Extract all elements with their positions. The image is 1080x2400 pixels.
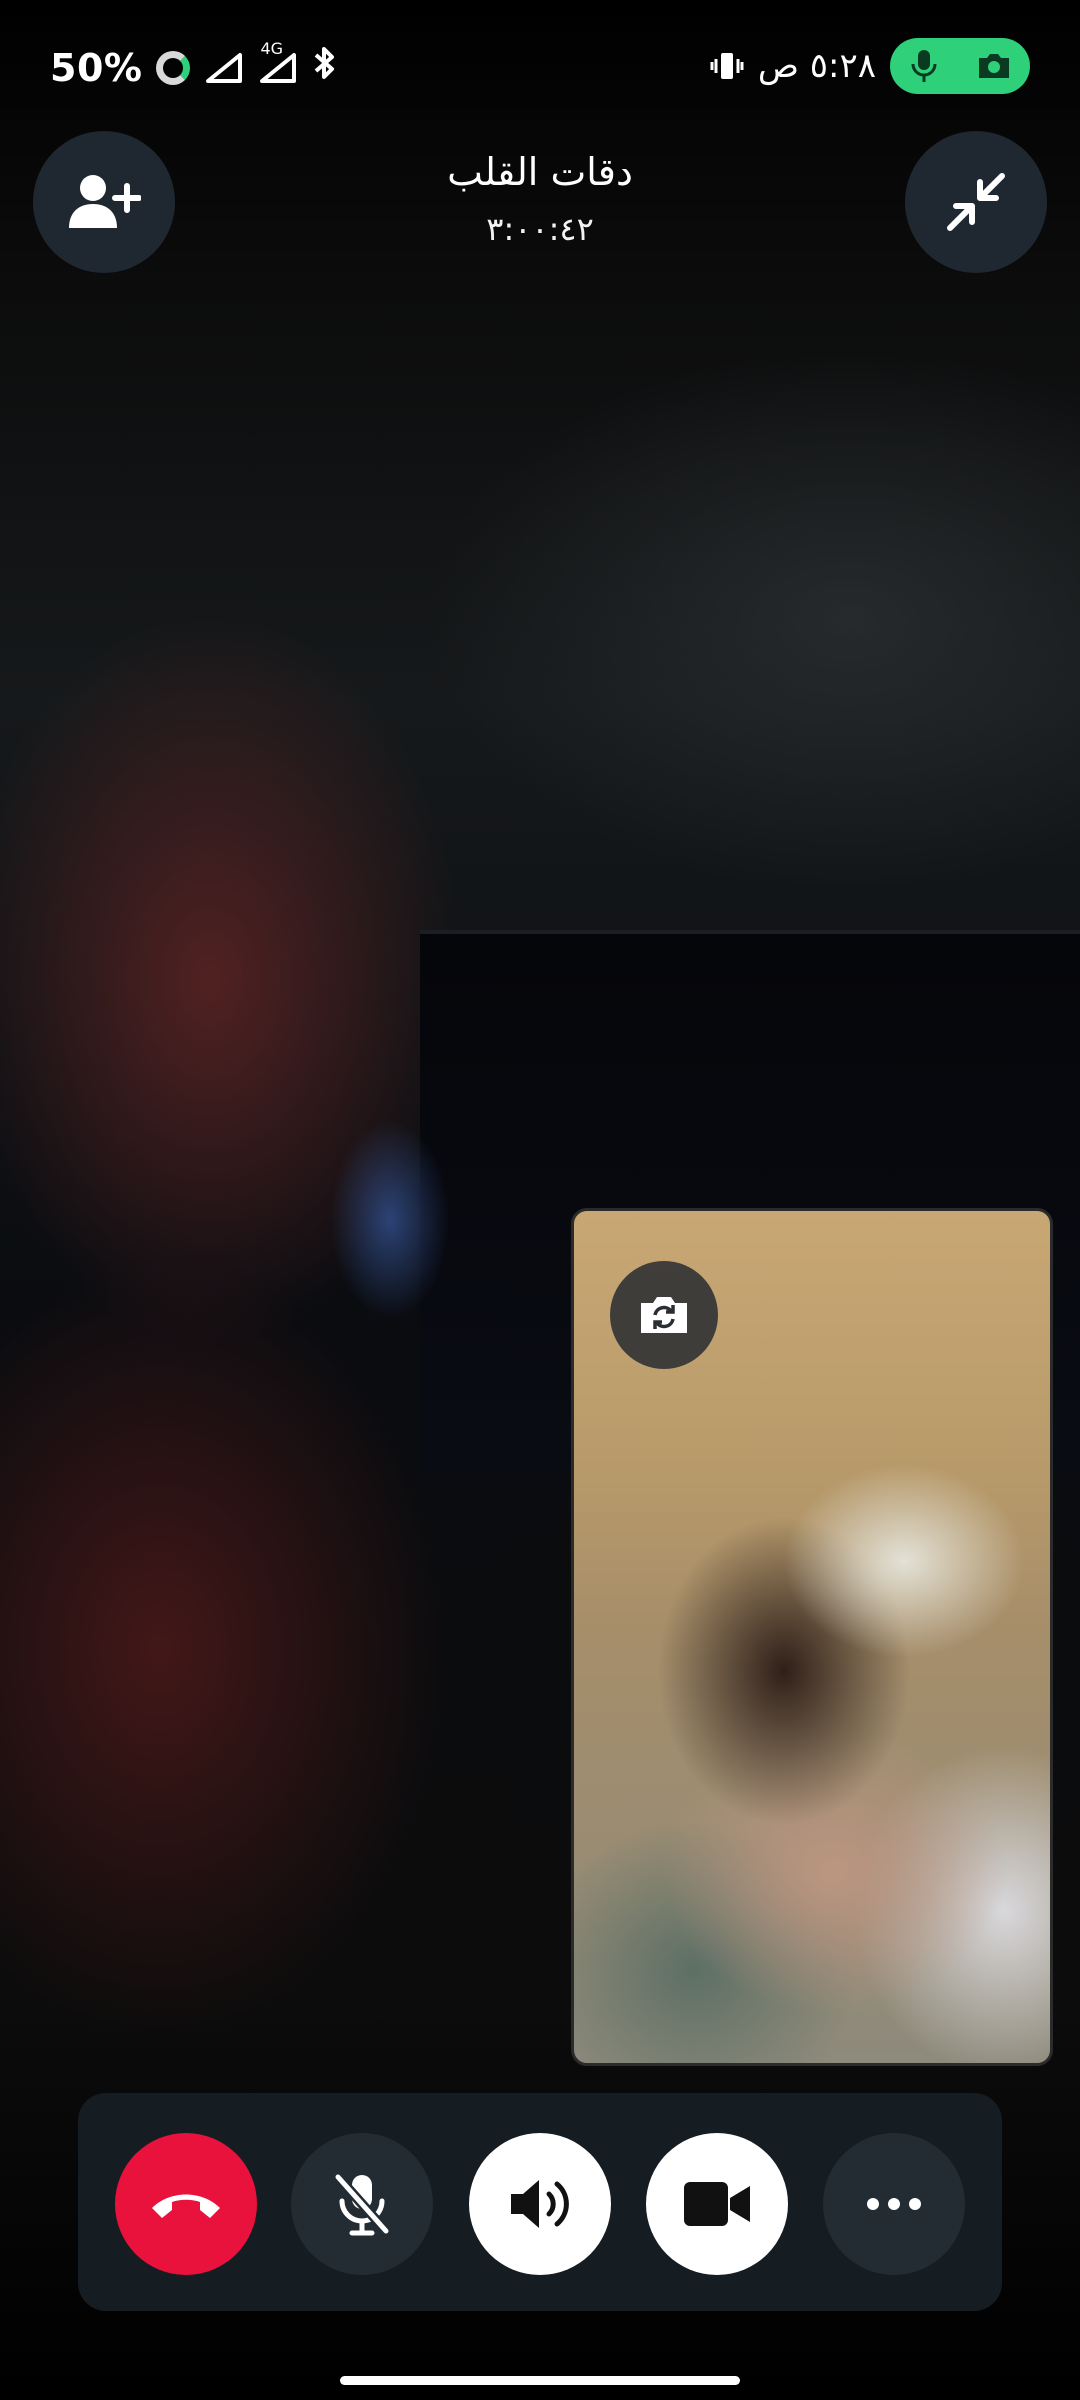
video-toggle-button[interactable] [646, 2133, 788, 2275]
mute-button[interactable] [291, 2133, 433, 2275]
home-indicator[interactable] [340, 2376, 740, 2385]
clock: ٥:٢٨ ص [757, 46, 876, 86]
background-light [330, 1120, 450, 1320]
signal-icon [204, 51, 244, 85]
recording-indicator[interactable] [890, 38, 1030, 94]
bluetooth-icon [312, 45, 338, 90]
signal-4g-icon: 4G [258, 39, 298, 85]
call-controls [78, 2093, 1002, 2311]
more-icon [867, 2198, 921, 2210]
camera-icon [978, 54, 1009, 78]
video-camera-icon [684, 2182, 750, 2226]
switch-camera-icon [641, 1297, 687, 1333]
status-bar: 50% 4G ٥:٢٨ ص [0, 0, 1080, 130]
switch-camera-button[interactable] [610, 1261, 718, 1369]
self-video-preview[interactable] [571, 1208, 1053, 2066]
minimize-call-button[interactable] [905, 131, 1047, 273]
speaker-button[interactable] [469, 2133, 611, 2275]
vibrate-icon [710, 49, 744, 83]
end-call-button[interactable] [115, 2133, 257, 2275]
microphone-icon [911, 50, 936, 82]
battery-level: 50% [50, 45, 143, 90]
status-bar-right: ٥:٢٨ ص [710, 38, 1030, 94]
end-call-icon [152, 2194, 220, 2218]
speaker-icon [511, 2180, 569, 2228]
mic-off-icon [334, 2173, 390, 2236]
status-bar-left: 50% 4G [50, 39, 338, 90]
minimize-icon [947, 173, 1005, 231]
network-type: 4G [260, 38, 284, 58]
more-options-button[interactable] [823, 2133, 965, 2275]
battery-ring-icon [156, 50, 191, 85]
